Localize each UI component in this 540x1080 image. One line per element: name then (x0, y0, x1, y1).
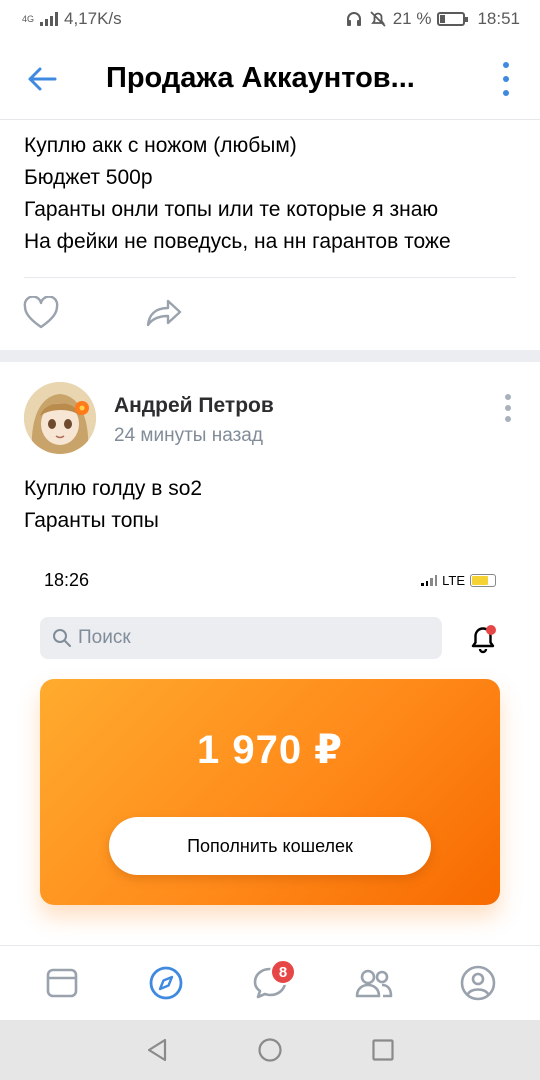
headphones-icon (346, 12, 361, 26)
messages-badge: 8 (270, 959, 296, 985)
system-back-icon[interactable] (145, 1037, 169, 1063)
post-line: Гаранты топы (24, 509, 159, 532)
wallet-card: 1 970 ₽ Пополнить кошелек (40, 679, 500, 905)
status-bar: 4G 4,17K/s 21 % 18:51 (0, 0, 540, 38)
post-line: На фейки не поведусь, на нн гарантов тож… (24, 230, 451, 253)
post-line: Куплю акк с ножом (любым) (24, 134, 297, 157)
post-more-button[interactable] (504, 394, 512, 422)
profile-icon (460, 965, 496, 1001)
compass-icon (149, 966, 183, 1000)
search-icon (53, 629, 71, 647)
post-line: Бюджет 500р (24, 166, 153, 189)
avatar[interactable] (24, 382, 96, 454)
post-time: 24 минуты назад (114, 425, 263, 446)
attached-image[interactable]: 18:26 LTE Поиск 1 970 ₽ Пополнить кошеле… (24, 555, 516, 945)
clock: 18:51 (477, 9, 520, 28)
nav-news[interactable] (34, 955, 90, 1011)
wallet-balance: 1 970 ₽ (196, 728, 344, 772)
network-type: 4G (22, 13, 35, 24)
friends-icon (355, 969, 393, 998)
anime-avatar-image (24, 382, 96, 454)
embed-battery-icon (470, 574, 496, 587)
bottom-navigation: 8 (0, 945, 540, 1020)
signal-icon (40, 12, 58, 26)
nav-messages[interactable]: 8 (242, 955, 298, 1011)
battery-percent: 21 % (392, 9, 432, 28)
more-options-button[interactable] (494, 62, 518, 96)
newsfeed-icon (46, 968, 78, 998)
nav-friends[interactable] (346, 955, 402, 1011)
system-home-icon[interactable] (257, 1037, 283, 1063)
post-header: Андрей Петров 24 минуты назад (24, 380, 524, 456)
post-line: Куплю голду в so2 (24, 477, 203, 500)
notification-bell-icon (471, 625, 496, 654)
embed-clock: 18:26 (44, 570, 90, 590)
share-icon (146, 299, 182, 327)
system-navigation (0, 1020, 540, 1080)
divider (24, 277, 516, 278)
embed-status: LTE (421, 573, 496, 588)
heart-icon (23, 295, 59, 329)
back-button[interactable] (0, 38, 84, 120)
network-speed: 4,17K/s (64, 9, 122, 28)
bell-off-icon (370, 11, 386, 27)
post-line: Гаранты онли топы или те которые я знаю (24, 198, 439, 221)
post-separator (0, 350, 540, 362)
nav-profile[interactable] (450, 955, 506, 1011)
author-name[interactable]: Андрей Петров (114, 394, 274, 418)
nav-discover[interactable] (138, 955, 194, 1011)
battery-icon (437, 12, 469, 26)
page-title: Продажа Аккаунтов... (106, 62, 415, 94)
embed-search-field: Поиск (40, 617, 442, 659)
post-actions (22, 295, 184, 335)
share-button[interactable] (144, 296, 184, 335)
app-header: Продажа Аккаунтов... (0, 38, 540, 120)
topup-wallet-button: Пополнить кошелек (109, 817, 431, 875)
system-recents-icon[interactable] (371, 1038, 395, 1062)
arrow-left-icon (28, 67, 57, 90)
post-text: Куплю голду в so2 Гаранты топы (24, 473, 524, 537)
like-button[interactable] (22, 295, 60, 335)
embed-search-placeholder: Поиск (78, 627, 131, 648)
embed-signal-icon (421, 575, 438, 586)
embed-network: LTE (442, 573, 465, 588)
post-text: Куплю акк с ножом (любым) Бюджет 500р Га… (24, 130, 524, 258)
